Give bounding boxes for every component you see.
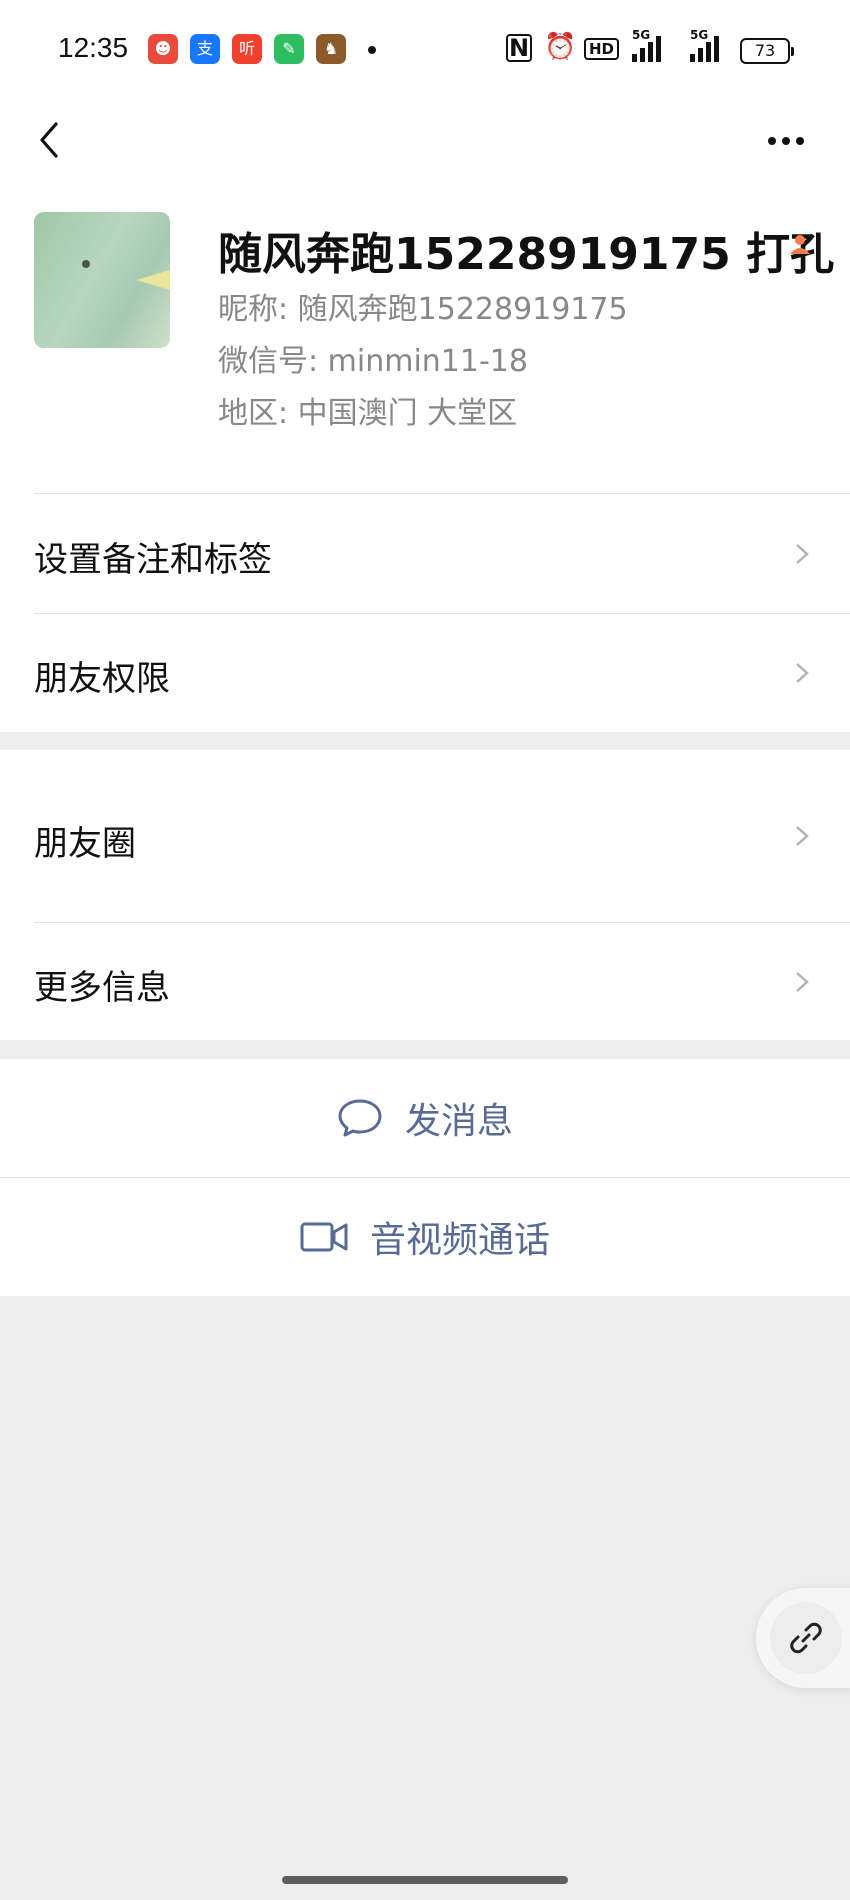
region-line: 地区: 中国澳门 大堂区 <box>218 396 518 431</box>
moments-row[interactable]: 朋友圈 <box>0 750 850 922</box>
chevron-right-icon <box>796 663 809 683</box>
evernote-app-icon: ✎ <box>274 34 304 64</box>
weibo-app-icon: ☻ <box>148 34 178 64</box>
set-remark-label: 设置备注和标签 <box>34 540 272 580</box>
more-info-label: 更多信息 <box>34 968 170 1008</box>
status-time: 12:35 <box>58 32 129 63</box>
battery-indicator: 73 <box>740 38 794 64</box>
navigation-bar <box>0 104 850 188</box>
chat-bubble-icon <box>338 1099 382 1137</box>
more-info-row[interactable]: 更多信息 <box>0 922 850 1040</box>
moments-label: 朋友圈 <box>34 824 136 864</box>
send-message-label: 发消息 <box>404 1101 513 1142</box>
home-indicator[interactable] <box>282 1876 568 1884</box>
chevron-right-icon <box>796 544 809 564</box>
video-camera-icon <box>300 1222 348 1252</box>
floating-link-button[interactable] <box>756 1588 850 1688</box>
set-remark-row[interactable]: 设置备注和标签 <box>0 494 850 613</box>
more-options-icon[interactable] <box>768 126 812 156</box>
av-call-button[interactable]: 音视频通话 <box>0 1178 850 1296</box>
chevron-right-icon <box>796 826 809 846</box>
back-icon[interactable] <box>30 118 74 162</box>
wechat-id-line: 微信号: minmin11-18 <box>218 344 528 379</box>
display-name: 随风奔跑15228919175 打孔 <box>218 229 835 280</box>
link-icon <box>790 1622 822 1654</box>
info-group: 朋友圈 更多信息 <box>0 750 850 1040</box>
alipay-app-icon: 支 <box>190 34 220 64</box>
friend-permissions-row[interactable]: 朋友权限 <box>0 613 850 732</box>
hd-icon: HD <box>584 38 620 60</box>
send-message-button[interactable]: 发消息 <box>0 1059 850 1177</box>
signal-icon-2: 5G <box>690 28 719 62</box>
av-call-label: 音视频通话 <box>369 1220 550 1261</box>
game-app-icon: ♞ <box>316 34 346 64</box>
alarm-icon: ⏰ <box>544 32 577 62</box>
profile-card: 随风奔跑15228919175 打孔 昵称: 随风奔跑15228919175 微… <box>0 188 850 494</box>
friend-permissions-label: 朋友权限 <box>34 659 170 699</box>
avatar[interactable] <box>34 212 170 348</box>
signal-icon: 5G <box>632 28 661 62</box>
notification-dot-icon <box>368 46 376 54</box>
status-bar: 12:35 ☻ 支 听 ✎ ♞ N ⏰ HD 5G 5G 73 <box>0 0 850 104</box>
ting-app-icon: 听 <box>232 34 262 64</box>
chevron-right-icon <box>796 972 809 992</box>
settings-group: 设置备注和标签 朋友权限 <box>0 494 850 732</box>
nfc-icon: N <box>506 34 532 62</box>
nickname-line: 昵称: 随风奔跑15228919175 <box>218 292 628 327</box>
person-badge-icon <box>788 232 812 256</box>
